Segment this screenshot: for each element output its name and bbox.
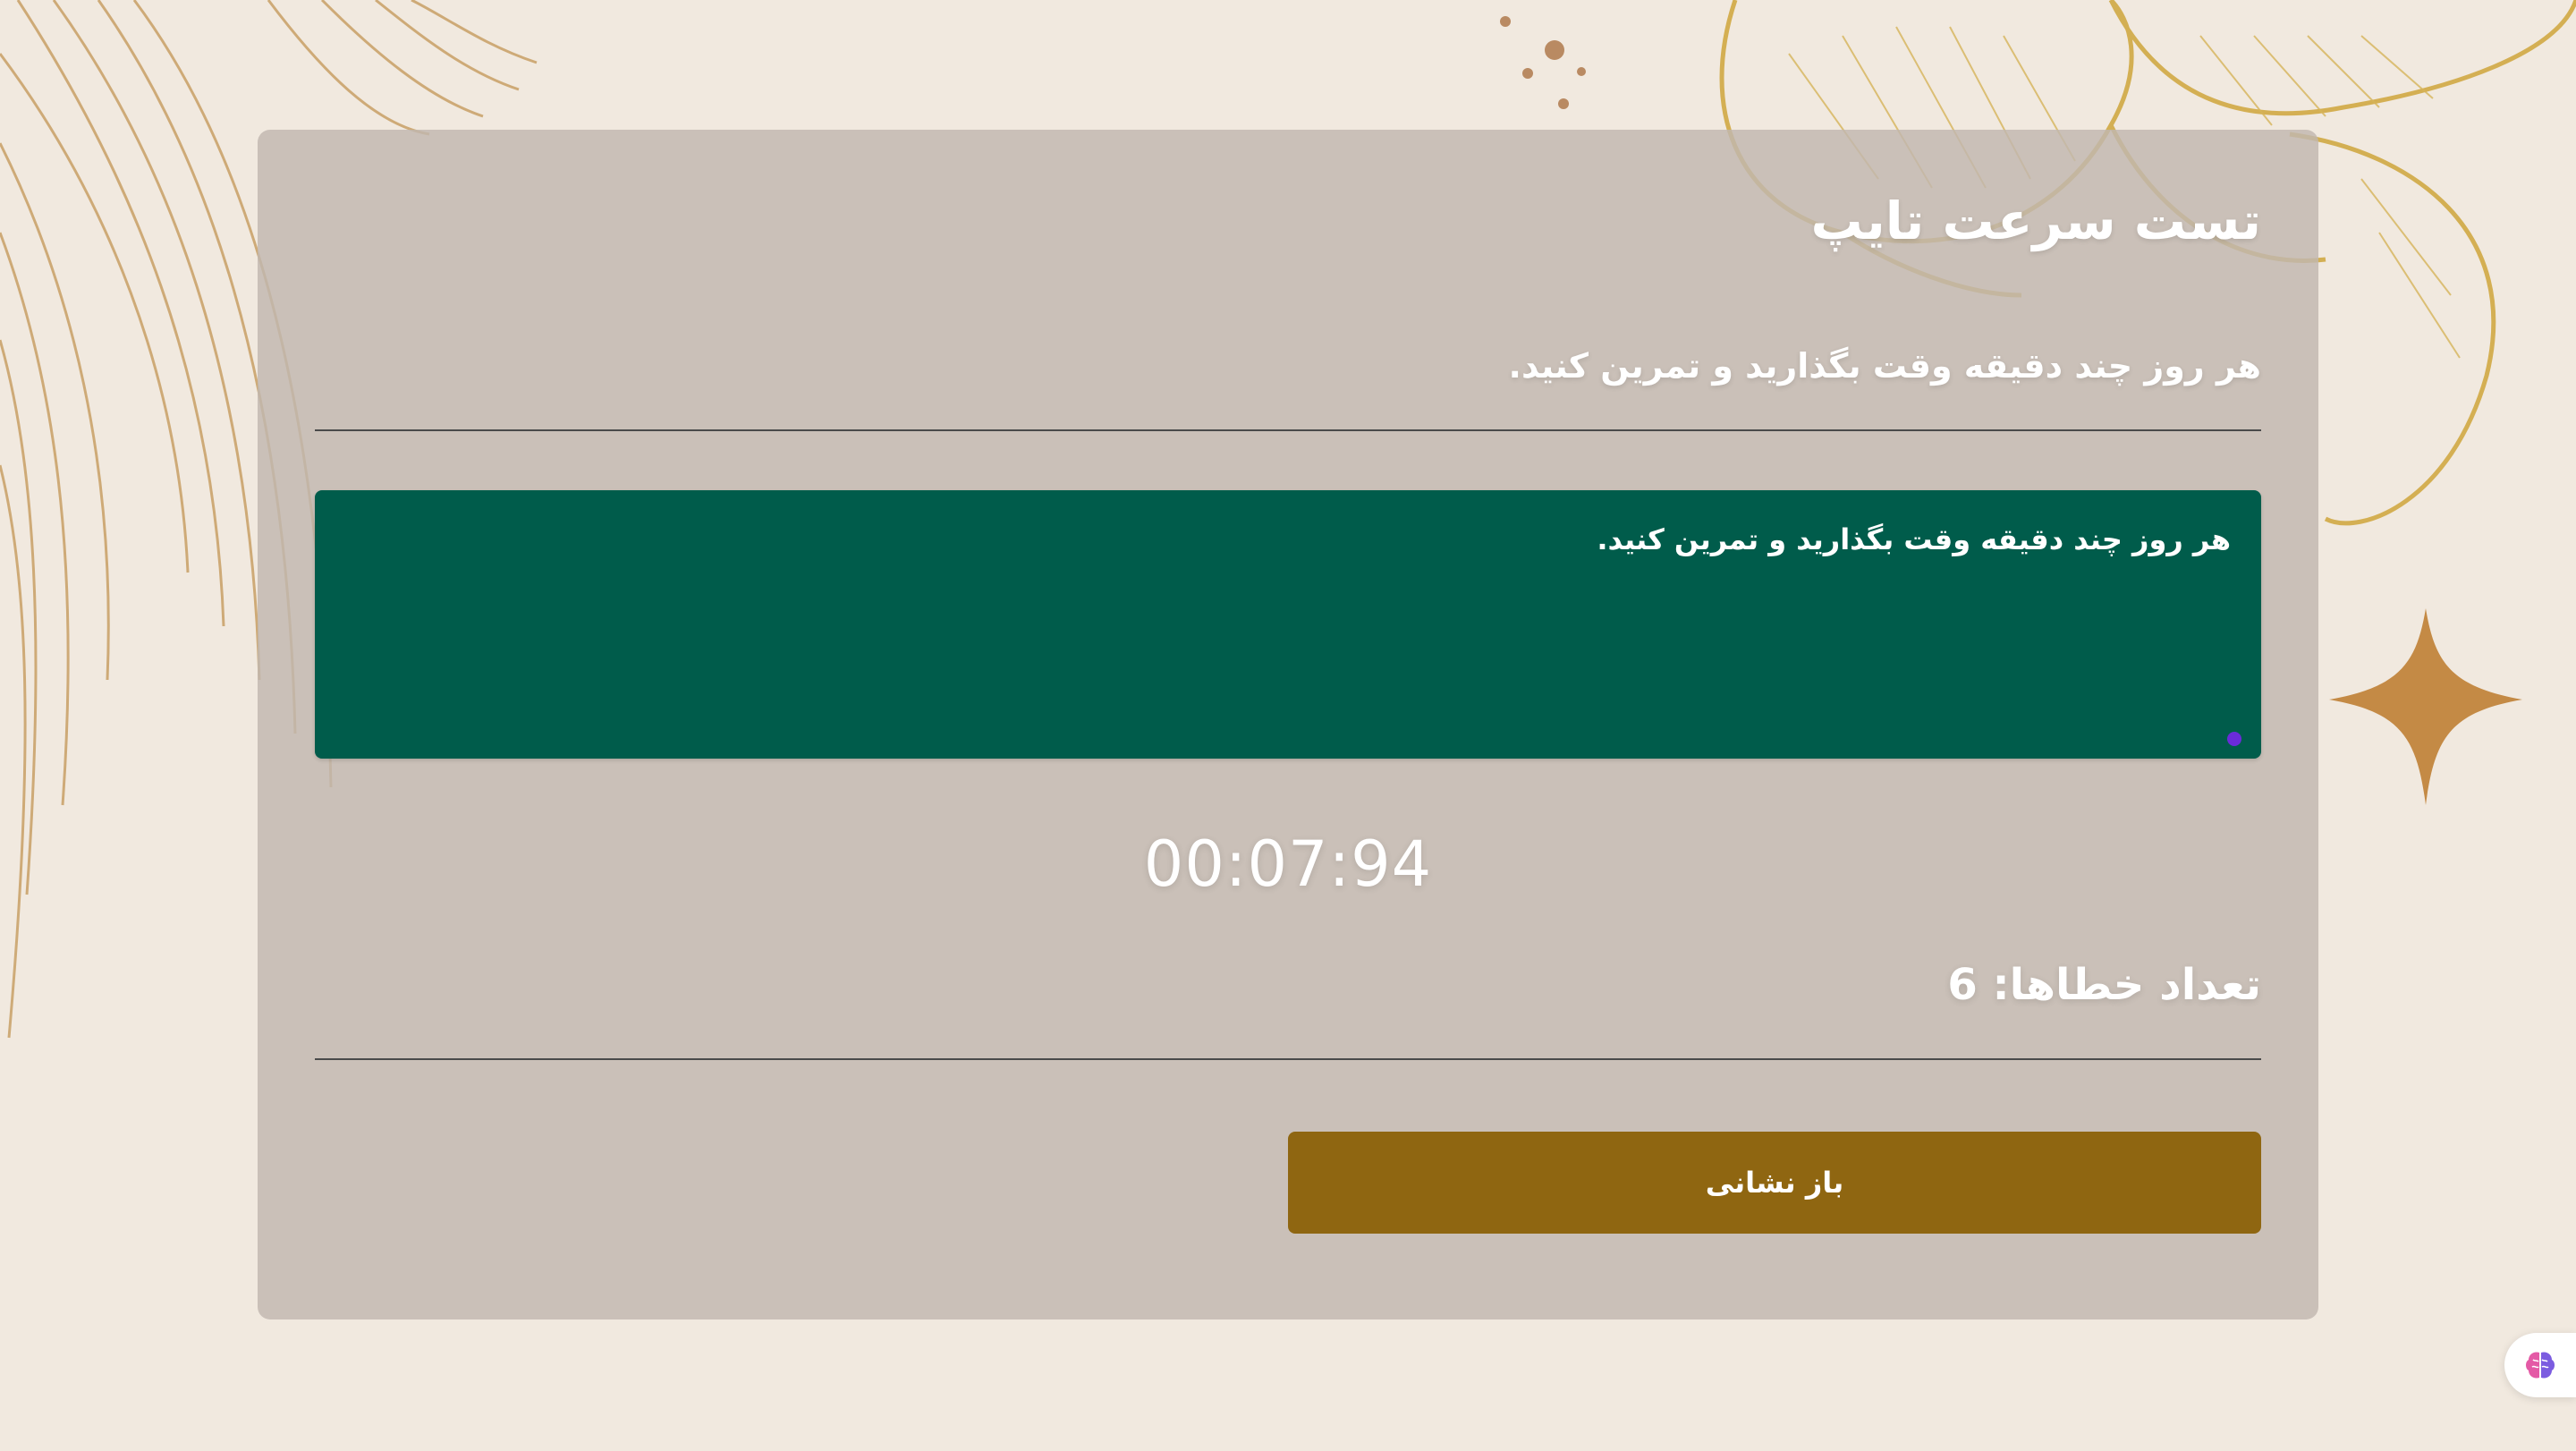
reset-button[interactable]: باز نشانی (1288, 1132, 2261, 1234)
typing-input[interactable]: هر روز چند دقیقه وقت بگذارید و تمرین کنی… (315, 490, 2261, 759)
timer-display: 00:07:94 (1143, 827, 1433, 901)
sample-text: هر روز چند دقیقه وقت بگذارید و تمرین کنی… (1508, 346, 2261, 386)
assistant-button[interactable] (2504, 1333, 2576, 1397)
error-count: تعداد خطاها: 6 (1947, 960, 2261, 1010)
brain-icon (2526, 1352, 2555, 1379)
page-title: تست سرعت تایپ (1810, 191, 2261, 251)
divider (315, 1058, 2261, 1060)
resize-handle[interactable] (2227, 732, 2241, 746)
divider (315, 429, 2261, 431)
typing-test-card: تست سرعت تایپ هر روز چند دقیقه وقت بگذار… (258, 130, 2318, 1319)
typed-text: هر روز چند دقیقه وقت بگذارید و تمرین کنی… (1597, 522, 2231, 556)
